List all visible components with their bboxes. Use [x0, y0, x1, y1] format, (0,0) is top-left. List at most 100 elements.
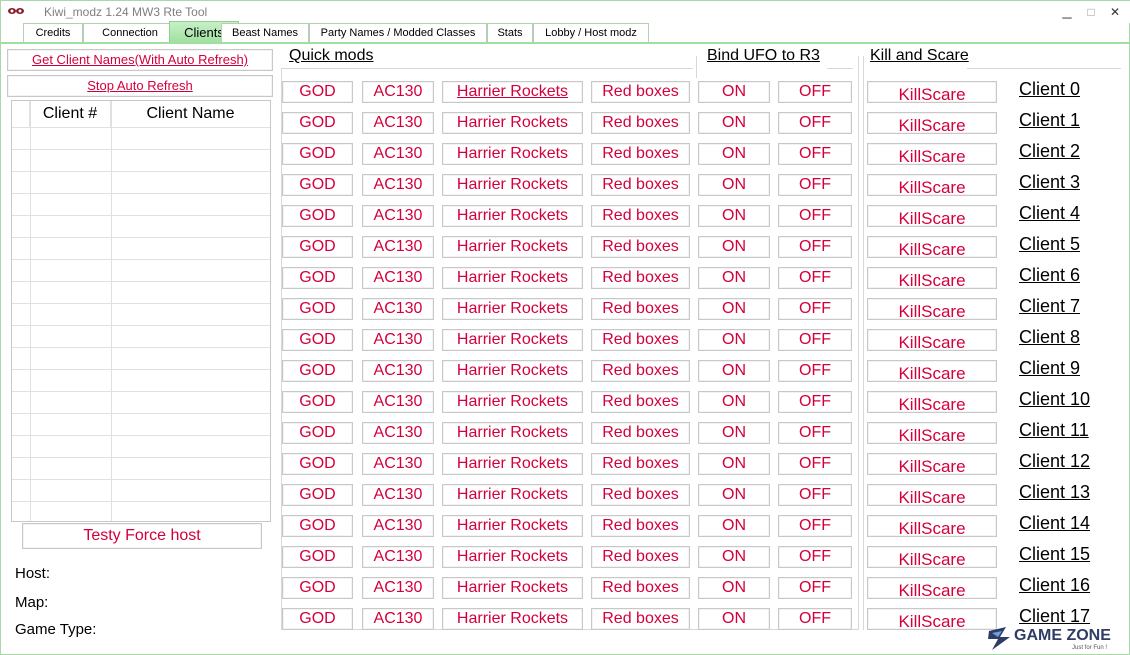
ac130-button[interactable]: AC130	[362, 360, 434, 382]
ufo-on-button[interactable]: ON	[698, 546, 770, 568]
ac130-button[interactable]: AC130	[362, 298, 434, 320]
red-boxes-button[interactable]: Red boxes	[591, 360, 690, 382]
ufo-off-button[interactable]: OFF	[778, 298, 852, 320]
ufo-on-button[interactable]: ON	[698, 422, 770, 444]
client-label[interactable]: Client 8	[1019, 327, 1080, 347]
ufo-off-button[interactable]: OFF	[778, 112, 852, 134]
client-label[interactable]: Client 16	[1019, 575, 1090, 595]
killscare-button[interactable]: KillScare	[867, 515, 997, 537]
god-button[interactable]: GOD	[282, 515, 353, 537]
client-label[interactable]: Client 15	[1019, 544, 1090, 564]
tab-credits[interactable]: Credits	[23, 23, 83, 42]
harrier-rockets-button[interactable]: Harrier Rockets	[442, 329, 583, 351]
ac130-button[interactable]: AC130	[362, 546, 434, 568]
ufo-off-button[interactable]: OFF	[778, 484, 852, 506]
god-button[interactable]: GOD	[282, 422, 353, 444]
ufo-on-button[interactable]: ON	[698, 391, 770, 413]
harrier-rockets-button[interactable]: Harrier Rockets	[442, 236, 583, 258]
red-boxes-button[interactable]: Red boxes	[591, 205, 690, 227]
get-client-names-button[interactable]: Get Client Names(With Auto Refresh)	[7, 49, 273, 71]
god-button[interactable]: GOD	[282, 236, 353, 258]
red-boxes-button[interactable]: Red boxes	[591, 515, 690, 537]
red-boxes-button[interactable]: Red boxes	[591, 174, 690, 196]
killscare-button[interactable]: KillScare	[867, 546, 997, 568]
client-label[interactable]: Client 10	[1019, 389, 1090, 409]
ufo-off-button[interactable]: OFF	[778, 81, 852, 103]
killscare-button[interactable]: KillScare	[867, 112, 997, 134]
harrier-rockets-button[interactable]: Harrier Rockets	[442, 298, 583, 320]
red-boxes-button[interactable]: Red boxes	[591, 453, 690, 475]
red-boxes-button[interactable]: Red boxes	[591, 484, 690, 506]
force-host-button[interactable]: Testy Force host	[22, 523, 262, 549]
harrier-rockets-button[interactable]: Harrier Rockets	[442, 205, 583, 227]
client-label[interactable]: Client 3	[1019, 172, 1080, 192]
ufo-on-button[interactable]: ON	[698, 484, 770, 506]
ufo-off-button[interactable]: OFF	[778, 267, 852, 289]
harrier-rockets-button[interactable]: Harrier Rockets	[442, 484, 583, 506]
ac130-button[interactable]: AC130	[362, 329, 434, 351]
client-label[interactable]: Client 14	[1019, 513, 1090, 533]
harrier-rockets-button[interactable]: Harrier Rockets	[442, 515, 583, 537]
killscare-button[interactable]: KillScare	[867, 205, 997, 227]
ac130-button[interactable]: AC130	[362, 205, 434, 227]
minimize-button[interactable]: ▁	[1059, 5, 1075, 19]
red-boxes-button[interactable]: Red boxes	[591, 546, 690, 568]
client-label[interactable]: Client 6	[1019, 265, 1080, 285]
tab-lobby-host[interactable]: Lobby / Host modz	[533, 23, 649, 42]
killscare-button[interactable]: KillScare	[867, 577, 997, 599]
red-boxes-button[interactable]: Red boxes	[591, 81, 690, 103]
ufo-on-button[interactable]: ON	[698, 81, 770, 103]
ac130-button[interactable]: AC130	[362, 453, 434, 475]
client-label[interactable]: Client 0	[1019, 79, 1080, 99]
killscare-button[interactable]: KillScare	[867, 422, 997, 444]
harrier-rockets-button[interactable]: Harrier Rockets	[442, 608, 583, 630]
ufo-off-button[interactable]: OFF	[778, 577, 852, 599]
killscare-button[interactable]: KillScare	[867, 360, 997, 382]
ufo-off-button[interactable]: OFF	[778, 174, 852, 196]
red-boxes-button[interactable]: Red boxes	[591, 236, 690, 258]
ufo-on-button[interactable]: ON	[698, 577, 770, 599]
client-label[interactable]: Client 4	[1019, 203, 1080, 223]
red-boxes-button[interactable]: Red boxes	[591, 112, 690, 134]
killscare-button[interactable]: KillScare	[867, 484, 997, 506]
red-boxes-button[interactable]: Red boxes	[591, 298, 690, 320]
ufo-off-button[interactable]: OFF	[778, 422, 852, 444]
client-label[interactable]: Client 5	[1019, 234, 1080, 254]
red-boxes-button[interactable]: Red boxes	[591, 143, 690, 165]
red-boxes-button[interactable]: Red boxes	[591, 577, 690, 599]
stop-auto-refresh-button[interactable]: Stop Auto Refresh	[7, 75, 273, 97]
ufo-on-button[interactable]: ON	[698, 112, 770, 134]
ufo-on-button[interactable]: ON	[698, 298, 770, 320]
red-boxes-button[interactable]: Red boxes	[591, 422, 690, 444]
ac130-button[interactable]: AC130	[362, 515, 434, 537]
ufo-off-button[interactable]: OFF	[778, 236, 852, 258]
harrier-rockets-button[interactable]: Harrier Rockets	[442, 577, 583, 599]
killscare-button[interactable]: KillScare	[867, 298, 997, 320]
killscare-button[interactable]: KillScare	[867, 174, 997, 196]
client-label[interactable]: Client 9	[1019, 358, 1080, 378]
killscare-button[interactable]: KillScare	[867, 236, 997, 258]
client-grid[interactable]: Client # Client Name	[11, 100, 271, 522]
client-label[interactable]: Client 12	[1019, 451, 1090, 471]
harrier-rockets-button[interactable]: Harrier Rockets	[442, 391, 583, 413]
god-button[interactable]: GOD	[282, 391, 353, 413]
god-button[interactable]: GOD	[282, 267, 353, 289]
ac130-button[interactable]: AC130	[362, 608, 434, 630]
ufo-off-button[interactable]: OFF	[778, 329, 852, 351]
client-label[interactable]: Client 1	[1019, 110, 1080, 130]
ufo-on-button[interactable]: ON	[698, 453, 770, 475]
ufo-on-button[interactable]: ON	[698, 360, 770, 382]
harrier-rockets-button[interactable]: Harrier Rockets	[442, 81, 583, 103]
ufo-off-button[interactable]: OFF	[778, 143, 852, 165]
god-button[interactable]: GOD	[282, 453, 353, 475]
killscare-button[interactable]: KillScare	[867, 143, 997, 165]
ac130-button[interactable]: AC130	[362, 81, 434, 103]
tab-stats[interactable]: Stats	[487, 23, 533, 42]
ufo-on-button[interactable]: ON	[698, 267, 770, 289]
ufo-on-button[interactable]: ON	[698, 174, 770, 196]
ufo-off-button[interactable]: OFF	[778, 608, 852, 630]
tab-beast-names[interactable]: Beast Names	[221, 23, 309, 42]
ac130-button[interactable]: AC130	[362, 422, 434, 444]
red-boxes-button[interactable]: Red boxes	[591, 608, 690, 630]
ac130-button[interactable]: AC130	[362, 236, 434, 258]
